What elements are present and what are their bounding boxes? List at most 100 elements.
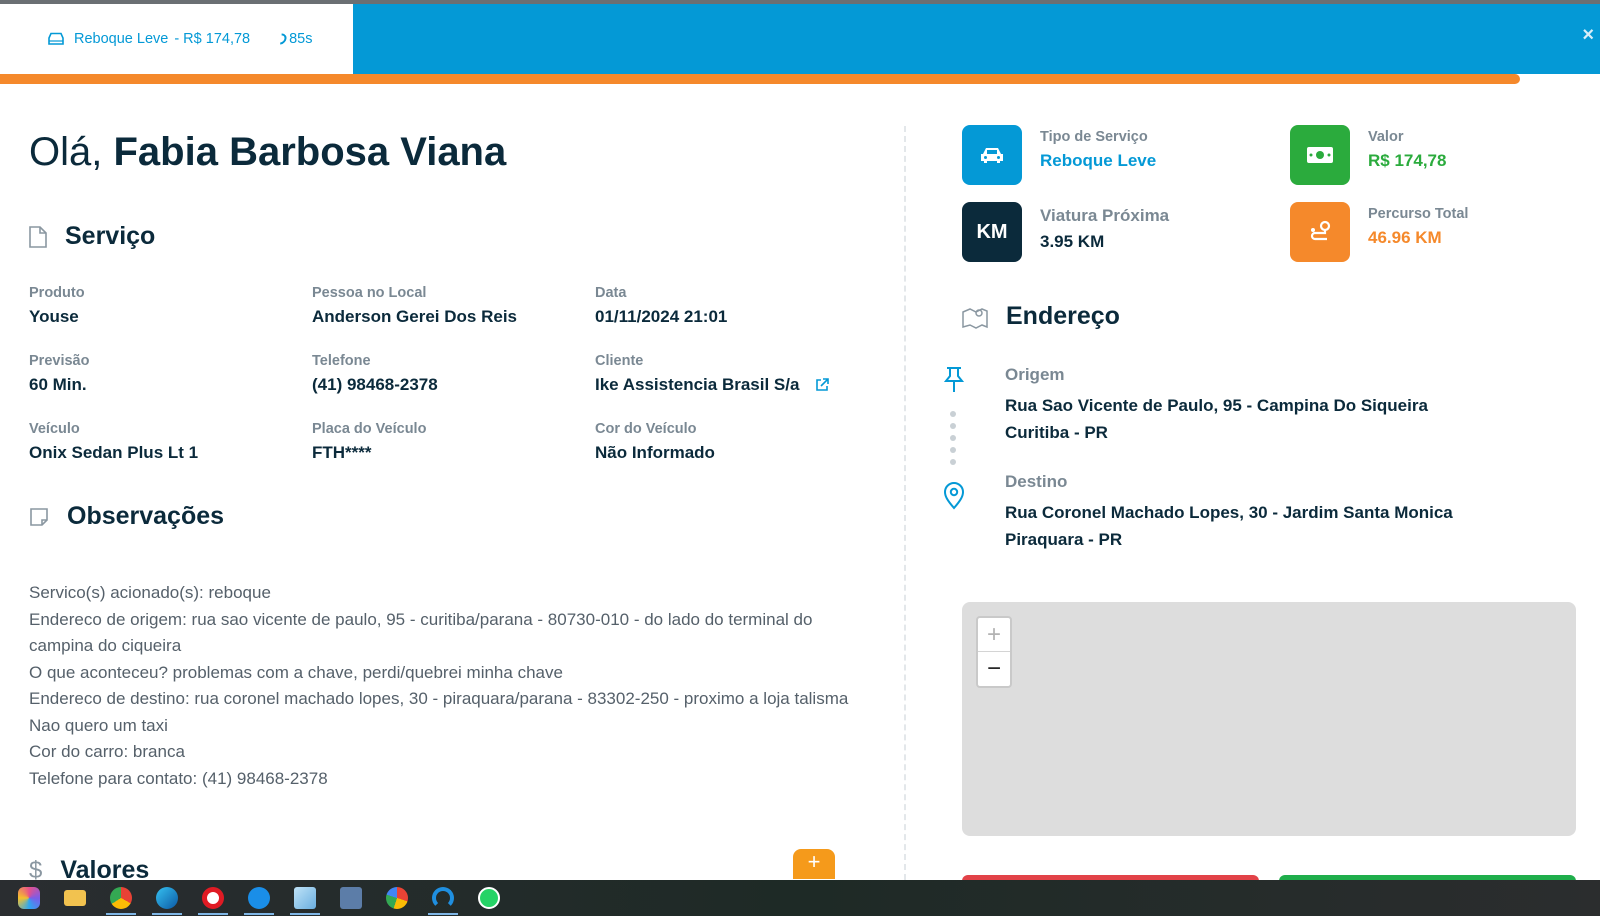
summary-panel: Tipo de Serviço Reboque Leve Valor R$ 17… bbox=[920, 86, 1600, 883]
field-label: Veículo bbox=[29, 421, 80, 437]
origem-line1: Rua Sao Vicente de Paulo, 95 - Campina D… bbox=[1005, 396, 1428, 415]
note-icon bbox=[30, 507, 48, 526]
edge-icon[interactable] bbox=[144, 880, 190, 916]
map-icon bbox=[962, 307, 988, 329]
field-label: Pessoa no Local bbox=[312, 285, 427, 301]
stat-percurso-total: Percurso Total 46.96 KM bbox=[1290, 202, 1468, 262]
car-icon bbox=[48, 32, 64, 45]
countdown-progress-fill bbox=[0, 74, 1520, 84]
stat-tipo-servico: Tipo de Serviço Reboque Leve bbox=[962, 125, 1156, 185]
maps-icon[interactable] bbox=[374, 880, 420, 916]
field-cliente: Cliente Ike Assistencia Brasil S/a bbox=[595, 353, 830, 395]
field-previsao: Previsão 60 Min. bbox=[29, 353, 89, 395]
stat-label: Valor bbox=[1368, 129, 1404, 145]
car-icon-badge bbox=[962, 125, 1022, 185]
field-label: Cor do Veículo bbox=[595, 421, 697, 437]
servico-section-title: Serviço bbox=[29, 222, 155, 251]
pin-icon bbox=[943, 367, 965, 392]
stat-viatura-proxima: KM Viatura Próxima 3.95 KM bbox=[962, 202, 1169, 262]
route-origem: Origem Rua Sao Vicente de Paulo, 95 - Ca… bbox=[1005, 365, 1428, 446]
map-zoom-control: + − bbox=[976, 616, 1012, 688]
route-map[interactable]: + − bbox=[962, 602, 1576, 836]
field-data: Data 01/11/2024 21:01 bbox=[595, 285, 727, 327]
document-icon bbox=[29, 225, 47, 248]
obs-line: Telefone para contato: (41) 98468-2378 bbox=[29, 768, 328, 788]
field-produto: Produto Youse bbox=[29, 285, 85, 327]
car-icon bbox=[981, 148, 1003, 163]
timer-value: 85s bbox=[289, 31, 313, 47]
stat-valor: Valor R$ 174,78 bbox=[1290, 125, 1446, 185]
skype-icon[interactable] bbox=[236, 880, 282, 916]
field-label: Previsão bbox=[29, 353, 90, 369]
copilot-icon[interactable] bbox=[6, 880, 52, 916]
field-value: Ike Assistencia Brasil S/a bbox=[595, 375, 830, 395]
field-label: Placa do Veículo bbox=[312, 421, 427, 437]
zoom-in-button[interactable]: + bbox=[978, 618, 1010, 652]
timer-icon bbox=[273, 31, 289, 47]
close-button[interactable]: × bbox=[1582, 24, 1594, 47]
greeting-title: Olá, Fabia Barbosa Viana bbox=[29, 130, 506, 175]
field-placa: Placa do Veículo FTH**** bbox=[312, 421, 426, 463]
chrome-icon[interactable] bbox=[98, 880, 144, 916]
field-value: 60 Min. bbox=[29, 375, 87, 394]
destino-line1: Rua Coronel Machado Lopes, 30 - Jardim S… bbox=[1005, 503, 1453, 522]
field-value: FTH**** bbox=[312, 443, 372, 462]
field-cor-veiculo: Cor do Veículo Não Informado bbox=[595, 421, 715, 463]
observacoes-title-text: Observações bbox=[67, 502, 225, 530]
route-destino: Destino Rua Coronel Machado Lopes, 30 - … bbox=[1005, 472, 1453, 553]
destino-line2: Piraquara - PR bbox=[1005, 529, 1123, 549]
money-icon-badge bbox=[1290, 125, 1350, 185]
obs-line: Endereco de destino: rua coronel machado… bbox=[29, 689, 849, 708]
external-link-icon[interactable] bbox=[815, 378, 830, 392]
opera-icon[interactable] bbox=[190, 880, 236, 916]
zoom-out-button[interactable]: − bbox=[978, 652, 1010, 686]
field-pessoa-no-local: Pessoa no Local Anderson Gerei Dos Reis bbox=[312, 285, 517, 327]
field-label: Data bbox=[595, 285, 627, 301]
calculator-icon[interactable] bbox=[328, 880, 374, 916]
route-icon-badge bbox=[1290, 202, 1350, 262]
origem-line2: Curitiba - PR bbox=[1005, 422, 1108, 442]
field-value: Anderson Gerei Dos Reis bbox=[312, 307, 518, 326]
money-icon bbox=[1307, 147, 1333, 163]
obs-line: Cor do carro: branca bbox=[29, 742, 185, 761]
countdown-timer: 85s bbox=[273, 31, 313, 47]
route-icon bbox=[1310, 220, 1331, 241]
service-tab-label: Reboque Leve bbox=[74, 31, 169, 47]
obs-line: Endereco de origem: rua sao vicente de p… bbox=[29, 609, 813, 656]
field-value: (41) 98468-2378 bbox=[312, 375, 438, 394]
stat-label: Tipo de Serviço bbox=[1040, 129, 1148, 145]
file-explorer-icon[interactable] bbox=[52, 880, 98, 916]
km-badge-text: KM bbox=[976, 220, 1008, 243]
obs-line: O que aconteceu? problemas com a chave, … bbox=[29, 662, 563, 682]
endereco-section-title: Endereço bbox=[962, 302, 1120, 331]
field-value: Não Informado bbox=[595, 443, 715, 462]
service-tab[interactable]: Reboque Leve - R$ 174,78 85s bbox=[0, 4, 353, 74]
stat-value: 3.95 KM bbox=[1040, 232, 1105, 251]
field-value: Onix Sedan Plus Lt 1 bbox=[29, 443, 199, 462]
field-telefone: Telefone (41) 98468-2378 bbox=[312, 353, 438, 395]
field-label: Cliente bbox=[595, 353, 644, 369]
notepad-icon[interactable] bbox=[282, 880, 328, 916]
servico-title-text: Serviço bbox=[65, 222, 156, 250]
stat-value: 46.96 KM bbox=[1368, 228, 1442, 247]
route-connector-dots bbox=[950, 411, 956, 471]
obs-line: Nao quero um taxi bbox=[29, 715, 168, 735]
cliente-value-text: Ike Assistencia Brasil S/a bbox=[595, 375, 800, 394]
stat-label: Percurso Total bbox=[1368, 206, 1469, 222]
origem-label: Origem bbox=[1005, 365, 1065, 384]
stat-value: Reboque Leve bbox=[1040, 151, 1157, 170]
windows-taskbar bbox=[0, 880, 1600, 916]
field-label: Telefone bbox=[312, 353, 371, 369]
obs-line: Servico(s) acionado(s): reboque bbox=[29, 583, 271, 602]
greeting-name: Fabia Barbosa Viana bbox=[113, 130, 507, 174]
app-icon[interactable] bbox=[420, 880, 466, 916]
field-value: Youse bbox=[29, 307, 79, 326]
stat-value: R$ 174,78 bbox=[1368, 151, 1447, 170]
service-details-panel: Olá, Fabia Barbosa Viana Serviço Produto… bbox=[0, 86, 900, 884]
km-badge: KM bbox=[962, 202, 1022, 262]
add-valor-button[interactable]: + bbox=[793, 849, 835, 879]
destino-label: Destino bbox=[1005, 472, 1068, 491]
service-tab-price: - R$ 174,78 bbox=[174, 31, 251, 47]
whatsapp-icon[interactable] bbox=[466, 880, 512, 916]
endereco-title-text: Endereço bbox=[1006, 302, 1120, 330]
